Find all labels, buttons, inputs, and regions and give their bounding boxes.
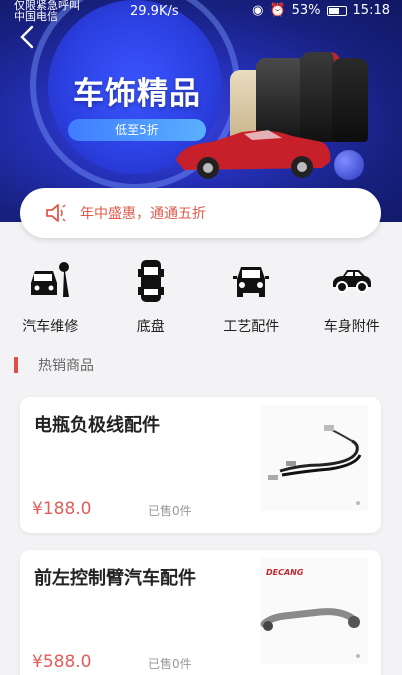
chevron-left-icon [20, 25, 34, 49]
product-card[interactable]: 前左控制臂汽车配件 ¥588.0 已售0件 DECANG [20, 550, 381, 675]
notice-bar[interactable]: 年中盛惠，通通五折 [20, 188, 381, 238]
clock: 15:18 [352, 3, 390, 18]
section-accent-bar [14, 357, 18, 373]
battery-icon [326, 5, 347, 16]
hot-products-header: 热销商品 [14, 355, 94, 375]
car-image [176, 130, 331, 179]
category-label: 车身附件 [323, 319, 380, 335]
battery-cable-image [260, 405, 368, 511]
product-price: ¥588.0 [32, 652, 92, 672]
banner-title: 车饰精品 [73, 76, 201, 112]
section-title: 热销商品 [38, 358, 94, 374]
eye-icon: ◉ [252, 3, 264, 18]
status-bar: 仅限紧急呼叫 中国电信 29.9K/s ◉ ⏰ 53% 15:18 [0, 0, 402, 22]
car-front-icon [228, 258, 274, 304]
control-arm-image: DECANG [260, 558, 368, 664]
car-side-icon [329, 258, 375, 304]
car-repair-icon [27, 258, 73, 304]
product-sold-count: 已售0件 [148, 504, 192, 518]
category-body-accessories[interactable]: 车身附件 [302, 258, 402, 338]
category-label: 工艺配件 [223, 319, 280, 335]
product-name: 电瓶负极线配件 [34, 415, 160, 436]
category-label: 汽车维修 [22, 319, 79, 335]
product-name: 前左控制臂汽车配件 [34, 568, 196, 589]
product-price: ¥188.0 [32, 499, 92, 519]
back-button[interactable] [16, 24, 38, 50]
battery-percent: 53% [291, 3, 321, 18]
status-right: ◉ ⏰ 53% 15:18 [252, 3, 390, 18]
seat-image-grey [332, 58, 368, 142]
product-sold-count: 已售0件 [148, 657, 192, 671]
alarm-icon: ⏰ [269, 3, 286, 18]
carrier-line-2: 中国电信 [14, 10, 58, 23]
category-chassis[interactable]: 底盘 [101, 258, 202, 338]
category-craft-parts[interactable]: 工艺配件 [201, 258, 302, 338]
category-label: 底盘 [136, 319, 165, 335]
carrier-info: 仅限紧急呼叫 中国电信 [14, 0, 80, 22]
network-speed: 29.9K/s [130, 4, 179, 19]
product-card[interactable]: 电瓶负极线配件 ¥188.0 已售0件 [20, 397, 381, 533]
notice-text: 年中盛惠，通通五折 [80, 206, 206, 222]
category-car-repair[interactable]: 汽车维修 [0, 258, 101, 338]
chassis-icon [128, 258, 174, 304]
brand-logo: DECANG [266, 568, 304, 577]
category-grid: 汽车维修 底盘 工艺配件 车身附件 [0, 258, 402, 338]
speaker-icon [46, 204, 66, 222]
banner-ball-decoration [334, 150, 364, 180]
